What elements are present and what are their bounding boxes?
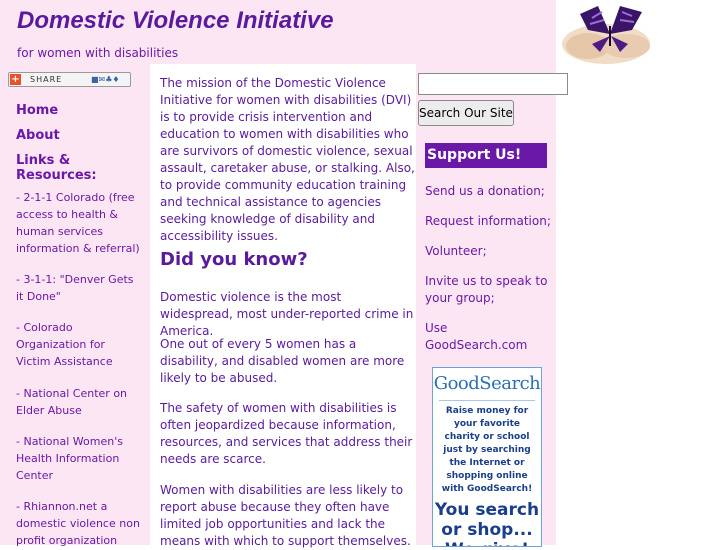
site-header: Domestic Violence Initiative for women w…	[0, 0, 556, 64]
nav-about[interactable]: About	[16, 128, 60, 143]
support-item-volunteer: Volunteer;	[425, 243, 555, 260]
right-sidebar: Search Our Site Support Us! Send us a do…	[416, 64, 568, 547]
nav-links-resources[interactable]: Links & Resources:	[16, 153, 150, 183]
share-button[interactable]: + SHARE ■✉♣♦	[8, 72, 131, 87]
butterfly-logo	[558, 0, 658, 66]
resource-link-211-colorado[interactable]: - 2-1-1 Colorado (free access to health …	[16, 189, 140, 257]
goodsearch-slogan: You search or shop... We give!	[434, 500, 540, 546]
support-item-goodsearch: Use GoodSearch.com	[425, 320, 555, 354]
support-item-prefix: Send us a	[425, 184, 488, 198]
resource-link-elder-abuse[interactable]: - National Center on Elder Abuse	[16, 385, 140, 419]
site-tagline: for women with disabilities	[17, 46, 179, 60]
support-item-information: Request information;	[425, 213, 555, 230]
banner-divider	[439, 400, 535, 401]
volunteer-link[interactable]: Volunteer	[425, 244, 483, 258]
support-item-suffix: ;	[490, 291, 495, 305]
share-plus-icon: +	[10, 74, 21, 85]
fact-paragraph: Domestic violence is the most widespread…	[160, 290, 414, 338]
support-item-suffix: ;	[540, 184, 545, 198]
support-item-donation: Send us a donation;	[425, 183, 555, 200]
support-item-suffix: ;	[546, 214, 551, 228]
fact-paragraph: One out of every 5 women has a disabilit…	[160, 337, 405, 385]
support-item-prefix: Invite us	[425, 274, 481, 288]
share-label: SHARE	[30, 75, 63, 84]
resource-link-womens-health[interactable]: - National Women's Health Information Ce…	[16, 433, 140, 484]
resource-link-311-denver[interactable]: - 3-1-1: "Denver Gets it Done"	[16, 271, 140, 305]
mission-text: The mission of the Domestic Violence Ini…	[160, 76, 415, 243]
support-item-prefix: Use	[425, 321, 448, 335]
search-our-site-button[interactable]: Search Our Site	[418, 100, 514, 126]
goodsearch-logo: GoodSearch	[433, 373, 541, 394]
goodsearch-link[interactable]: GoodSearch.com	[425, 338, 527, 352]
fact-paragraph: The safety of women with disabilities is…	[160, 401, 413, 466]
support-us-heading: Support Us!	[425, 143, 547, 168]
goodsearch-body-text: Raise money for your favorite charity or…	[441, 406, 533, 494]
site-search-input[interactable]	[418, 73, 568, 95]
fact-paragraph: Women with disabilities are less likely …	[160, 483, 411, 548]
nav-home[interactable]: Home	[16, 103, 58, 118]
support-item-speak: Invite us to speak to your group;	[425, 273, 555, 307]
resource-link-colorado-victim-assistance[interactable]: - Colorado Organization for Victim Assis…	[16, 319, 140, 370]
goodsearch-banner[interactable]: GoodSearch Raise money for your favorite…	[432, 367, 542, 547]
donation-link[interactable]: donation	[488, 184, 541, 198]
site-title[interactable]: Domestic Violence Initiative	[17, 7, 334, 35]
information-link[interactable]: information	[478, 214, 547, 228]
main-content: The mission of the Domestic Violence Ini…	[150, 64, 416, 548]
support-item-suffix: ;	[482, 244, 487, 258]
left-sidebar: + SHARE ■✉♣♦ Home About Links & Resource…	[0, 64, 150, 547]
support-item-prefix: Request	[425, 214, 478, 228]
did-you-know-heading: Did you know?	[160, 249, 308, 270]
social-icons: ■✉♣♦	[91, 75, 120, 84]
resource-link-rhiannon[interactable]: - Rhiannon.net a domestic violence non p…	[16, 498, 140, 549]
